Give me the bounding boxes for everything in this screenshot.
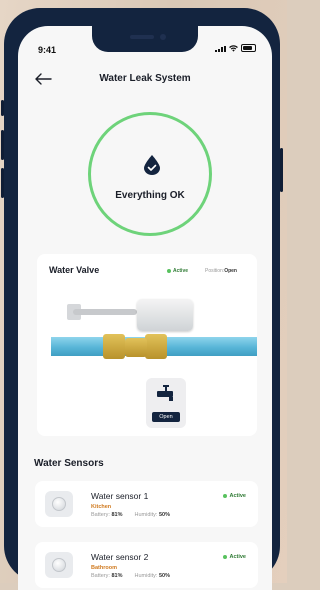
- sensor-location: Bathroom: [91, 565, 117, 571]
- signal-icon: [215, 46, 226, 52]
- volume-down-button: [1, 168, 4, 198]
- water-drop-check-icon: [144, 155, 160, 175]
- sensor-name: Water sensor 2: [91, 552, 149, 562]
- status-time: 9:41: [38, 45, 57, 55]
- page-title: Water Leak System: [99, 73, 191, 84]
- sensors-section-title: Water Sensors: [34, 458, 104, 469]
- humidity-label: Humidity:: [134, 573, 158, 579]
- mute-switch: [1, 100, 4, 116]
- sensor-status-text: Active: [229, 493, 246, 499]
- status-dot-icon: [223, 555, 228, 559]
- sensor-name: Water sensor 1: [91, 491, 149, 501]
- battery-icon: [241, 44, 256, 52]
- valve-status-text: Active: [173, 268, 189, 274]
- sensor-card-2[interactable]: Water sensor 2 Bathroom Battery: 81% Humi…: [35, 542, 258, 588]
- valve-body: [125, 338, 147, 357]
- status-dot-icon: [223, 494, 228, 498]
- sensor-card-1[interactable]: Water sensor 1 Kitchen Battery: 81% Humid…: [35, 481, 258, 527]
- wifi-icon: [229, 45, 238, 52]
- pipe-fitting-left: [103, 334, 125, 359]
- battery-label: Battery:: [91, 573, 110, 579]
- phone-frame: 9:41 Water Leak System Everything OK Wat…: [1, 8, 283, 590]
- valve-open-button[interactable]: Open: [146, 378, 186, 428]
- sensor-meta: Battery: 81% Humidity: 50%: [91, 512, 170, 518]
- speaker: [130, 35, 154, 39]
- front-camera: [160, 34, 166, 40]
- battery-label: Battery:: [91, 512, 110, 518]
- volume-up-button: [1, 130, 4, 160]
- sensor-status-badge: Active: [223, 493, 246, 499]
- header: Water Leak System: [18, 70, 272, 92]
- battery-value: 81%: [111, 573, 123, 579]
- valve-open-label: Open: [152, 412, 180, 422]
- valve-status-badge: Active: [167, 268, 188, 274]
- sensor-device-icon: [45, 491, 73, 517]
- humidity-label: Humidity:: [134, 512, 158, 518]
- power-button: [280, 148, 283, 192]
- overall-status-text: Everything OK: [115, 190, 185, 201]
- sensor-device-icon: [45, 552, 73, 578]
- valve-actuator: [137, 299, 193, 331]
- humidity-value: 50%: [158, 512, 170, 518]
- status-dot-icon: [167, 269, 171, 273]
- valve-cable: [73, 309, 137, 315]
- sensor-meta: Battery: 81% Humidity: 50%: [91, 573, 170, 579]
- notch: [92, 26, 198, 52]
- position-value: Open: [224, 268, 237, 274]
- status-icons: [215, 44, 256, 52]
- battery-value: 81%: [111, 512, 123, 518]
- position-label: Position:: [205, 268, 225, 274]
- humidity-value: 50%: [158, 573, 170, 579]
- sensor-status-text: Active: [229, 554, 246, 560]
- status-ring: Everything OK: [88, 112, 212, 236]
- tap-icon: [157, 385, 173, 401]
- water-valve-card: Water Valve Active Position:Open Open: [37, 254, 257, 436]
- valve-position: Position:Open: [205, 268, 237, 274]
- sensor-status-badge: Active: [223, 554, 246, 560]
- sensor-location: Kitchen: [91, 504, 112, 510]
- app-screen: 9:41 Water Leak System Everything OK Wat…: [18, 26, 272, 590]
- valve-title: Water Valve: [49, 265, 100, 275]
- pipe-fitting-right: [145, 334, 167, 359]
